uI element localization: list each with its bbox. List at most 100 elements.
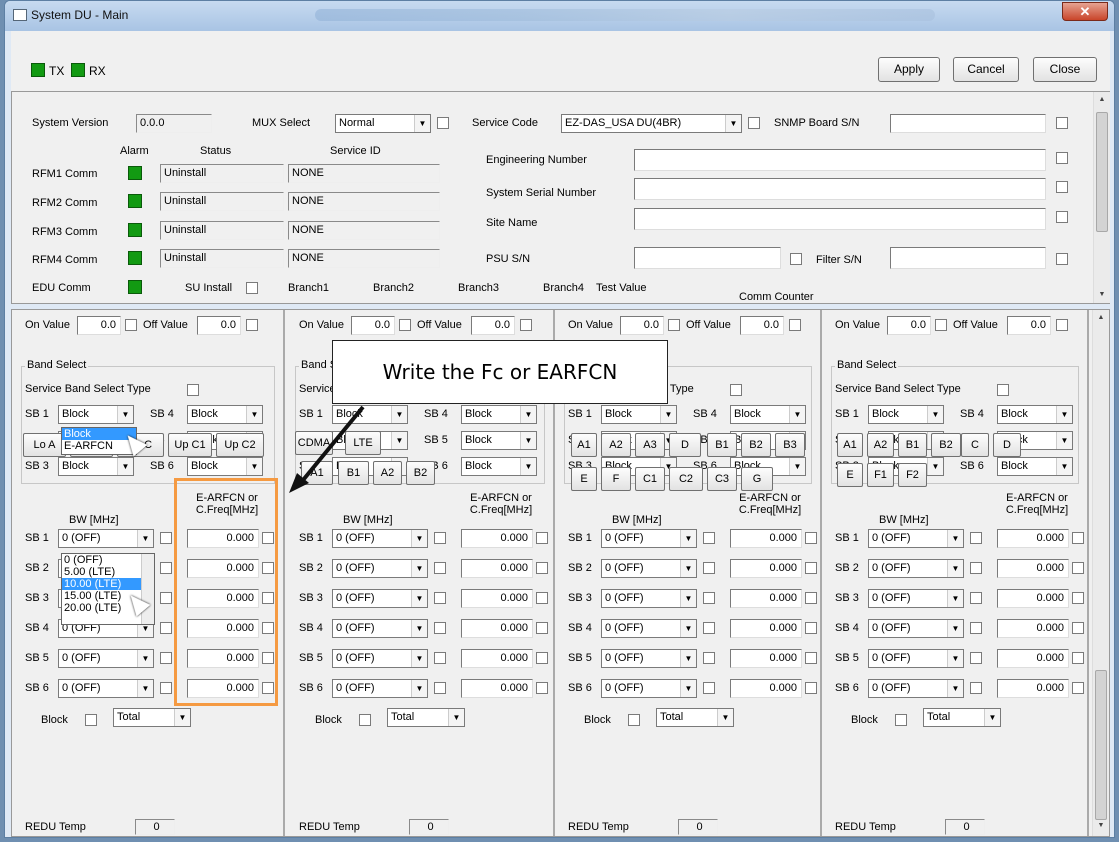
branch1-sb3-band-select[interactable]: Block ▼ — [58, 457, 134, 476]
branch4-b4_row1-button-3[interactable]: B1 — [898, 433, 927, 457]
branch3-sb6-bw-checkbox[interactable] — [703, 682, 715, 694]
branch3-b3_row1-button-6[interactable]: B2 — [741, 433, 771, 457]
branch3-sb6-freq-checkbox[interactable] — [805, 682, 817, 694]
branch-panel-scrollbar[interactable]: ▲ ▼ — [1092, 310, 1109, 836]
branch3-b3_row2-button-2[interactable]: F — [601, 467, 631, 491]
branch4-b4_row1-button-6[interactable]: D — [993, 433, 1021, 457]
branch3-b3_row1-button-1[interactable]: A1 — [571, 433, 597, 457]
branch2-sb1-freq-checkbox[interactable] — [536, 532, 548, 544]
branch4-sb2-freq-checkbox[interactable] — [1072, 562, 1084, 574]
branch4-off-checkbox[interactable] — [1056, 319, 1068, 331]
branch4-b4_row2-button-2[interactable]: F1 — [867, 463, 894, 487]
close-button[interactable]: Close — [1033, 57, 1097, 82]
branch3-sb2-freq-checkbox[interactable] — [805, 562, 817, 574]
service-code-checkbox[interactable] — [748, 117, 760, 129]
snmp-field[interactable] — [890, 114, 1046, 133]
branch3-sb4-bw-select[interactable]: 0 (OFF) ▼ — [601, 619, 697, 638]
branch1-b1-button-4[interactable]: Up C1 — [168, 433, 212, 457]
branch4-sb4-freq-field[interactable]: 0.000 — [997, 619, 1069, 638]
scroll-up-icon[interactable]: ▲ — [1094, 92, 1110, 108]
branch3-b3_row2-button-4[interactable]: C2 — [669, 467, 703, 491]
branch3-on-value-field[interactable]: 0.0 — [620, 316, 664, 335]
branch3-sb2-bw-checkbox[interactable] — [703, 562, 715, 574]
branch4-sb6-bw-checkbox[interactable] — [970, 682, 982, 694]
branch2-sb6-band-select[interactable]: Block ▼ — [461, 457, 537, 476]
branch2-on-value-field[interactable]: 0.0 — [351, 316, 395, 335]
branch3-b3_row2-button-6[interactable]: G — [741, 467, 773, 491]
branch4-on-checkbox[interactable] — [935, 319, 947, 331]
branch3-sb1-bw-select[interactable]: 0 (OFF) ▼ — [601, 529, 697, 548]
branch3-b3_row1-button-2[interactable]: A2 — [601, 433, 631, 457]
branch4-off-value-field[interactable]: 0.0 — [1007, 316, 1051, 335]
branch2-b2_row2-button-4[interactable]: B2 — [406, 461, 435, 485]
branch2-sb5-freq-field[interactable]: 0.000 — [461, 649, 533, 668]
branch1-sb1-band-select[interactable]: Block ▼ — [58, 405, 134, 424]
branch3-sb1-band-select[interactable]: Block ▼ — [601, 405, 677, 424]
branch1-sb3-bw-checkbox[interactable] — [160, 592, 172, 604]
branch1-b1-button-5[interactable]: Up C2 — [216, 433, 264, 457]
branch4-sb1-band-select[interactable]: Block ▼ — [868, 405, 944, 424]
engineering-number-field[interactable] — [634, 149, 1046, 171]
site-name-field[interactable] — [634, 208, 1046, 230]
scroll-down-icon[interactable]: ▼ — [1093, 818, 1109, 834]
branch4-sb3-freq-field[interactable]: 0.000 — [997, 589, 1069, 608]
branch4-sb6-band-select[interactable]: Block ▼ — [997, 457, 1073, 476]
branch2-sb5-bw-select[interactable]: 0 (OFF) ▼ — [332, 649, 428, 668]
branch1-b1-button-1[interactable]: Lo A — [23, 433, 66, 457]
branch3-sb1-bw-checkbox[interactable] — [703, 532, 715, 544]
branch2-on-checkbox[interactable] — [399, 319, 411, 331]
filter-sn-field[interactable] — [890, 247, 1046, 269]
branch3-service-band-type-checkbox[interactable] — [730, 384, 742, 396]
branch3-sb1-freq-checkbox[interactable] — [805, 532, 817, 544]
system-serial-checkbox[interactable] — [1056, 181, 1068, 193]
branch1-sb4-band-select[interactable]: Block ▼ — [187, 405, 263, 424]
branch4-b4_row1-button-2[interactable]: A2 — [867, 433, 894, 457]
branch3-b3_row1-button-4[interactable]: D — [669, 433, 701, 457]
branch4-service-band-type-checkbox[interactable] — [997, 384, 1009, 396]
branch2-sb2-freq-field[interactable]: 0.000 — [461, 559, 533, 578]
branch4-block-checkbox[interactable] — [895, 714, 907, 726]
branch3-on-checkbox[interactable] — [668, 319, 680, 331]
branch3-sb4-freq-field[interactable]: 0.000 — [730, 619, 802, 638]
filter-sn-checkbox[interactable] — [1056, 253, 1068, 265]
branch2-sb3-freq-field[interactable]: 0.000 — [461, 589, 533, 608]
bw-dropdown-scrollbar[interactable] — [141, 554, 154, 624]
branch4-sb1-freq-field[interactable]: 0.000 — [997, 529, 1069, 548]
branch1-sb1-bw-select[interactable]: 0 (OFF) ▼ — [58, 529, 154, 548]
branch3-b3_row2-button-5[interactable]: C3 — [707, 467, 737, 491]
branch2-total-select[interactable]: Total ▼ — [387, 708, 465, 727]
branch4-b4_row1-button-5[interactable]: C — [961, 433, 989, 457]
branch3-b3_row1-button-7[interactable]: B3 — [775, 433, 805, 457]
branch3-off-checkbox[interactable] — [789, 319, 801, 331]
branch3-sb2-bw-select[interactable]: 0 (OFF) ▼ — [601, 559, 697, 578]
branch3-sb5-freq-field[interactable]: 0.000 — [730, 649, 802, 668]
branch4-sb4-bw-checkbox[interactable] — [970, 622, 982, 634]
branch2-sb1-bw-select[interactable]: 0 (OFF) ▼ — [332, 529, 428, 548]
branch3-sb6-freq-field[interactable]: 0.000 — [730, 679, 802, 698]
branch4-sb1-freq-checkbox[interactable] — [1072, 532, 1084, 544]
branch4-sb2-bw-checkbox[interactable] — [970, 562, 982, 574]
branch4-on-value-field[interactable]: 0.0 — [887, 316, 931, 335]
su-install-checkbox[interactable] — [246, 282, 258, 294]
branch3-b3_row2-button-1[interactable]: E — [571, 467, 597, 491]
branch4-sb6-freq-checkbox[interactable] — [1072, 682, 1084, 694]
site-name-checkbox[interactable] — [1056, 211, 1068, 223]
branch4-sb2-bw-select[interactable]: 0 (OFF) ▼ — [868, 559, 964, 578]
branch3-b3_row1-button-3[interactable]: A3 — [635, 433, 665, 457]
branch2-sb3-freq-checkbox[interactable] — [536, 592, 548, 604]
branch3-b3_row2-button-3[interactable]: C1 — [635, 467, 665, 491]
branch4-sb1-bw-select[interactable]: 0 (OFF) ▼ — [868, 529, 964, 548]
branch1-sb5-bw-checkbox[interactable] — [160, 652, 172, 664]
branch4-sb6-bw-select[interactable]: 0 (OFF) ▼ — [868, 679, 964, 698]
branch4-b4_row2-button-3[interactable]: F2 — [898, 463, 927, 487]
branch2-sb2-bw-checkbox[interactable] — [434, 562, 446, 574]
branch3-sb5-bw-select[interactable]: 0 (OFF) ▼ — [601, 649, 697, 668]
scroll-up-icon[interactable]: ▲ — [1093, 310, 1109, 326]
branch2-off-value-field[interactable]: 0.0 — [471, 316, 515, 335]
branch3-b3_row1-button-5[interactable]: B1 — [707, 433, 737, 457]
branch3-sb4-freq-checkbox[interactable] — [805, 622, 817, 634]
branch4-sb5-freq-checkbox[interactable] — [1072, 652, 1084, 664]
branch1-sb4-bw-checkbox[interactable] — [160, 622, 172, 634]
branch4-sb5-bw-select[interactable]: 0 (OFF) ▼ — [868, 649, 964, 668]
branch1-sb6-band-select[interactable]: Block ▼ — [187, 457, 263, 476]
